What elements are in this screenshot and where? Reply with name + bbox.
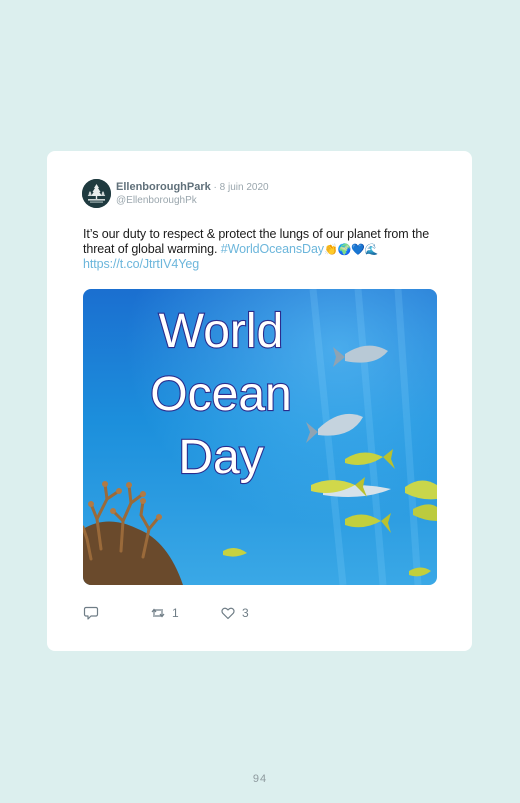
avatar[interactable] [82, 179, 111, 208]
tweet-image[interactable]: World Ocean Day [83, 289, 437, 585]
tweet-url-link[interactable]: https://t.co/JtrtIV4Yeg [83, 257, 199, 271]
retweet-button[interactable]: 1 [150, 605, 179, 621]
heart-icon [221, 607, 235, 620]
reply-icon [83, 606, 99, 620]
author-name-line: EllenboroughPark · 8 juin 2020 [116, 181, 269, 193]
avatar-crest-icon [82, 179, 111, 208]
author-handle[interactable]: @EllenboroughPk [116, 195, 197, 206]
caption-line-2: Ocean [150, 368, 291, 421]
ocean-image: World Ocean Day [83, 289, 437, 585]
like-button[interactable]: 3 [220, 605, 249, 621]
caption-line-3: Day [178, 431, 263, 484]
caption-line-1: World [159, 305, 283, 358]
author-name[interactable]: EllenboroughPark [116, 181, 211, 193]
tweet-card: EllenboroughPark · 8 juin 2020 @Ellenbor… [47, 151, 472, 651]
tweet-emojis: 👏🌍💙🌊 [323, 242, 379, 256]
tweet-actions: 1 3 [83, 605, 383, 625]
retweet-icon [151, 608, 165, 618]
retweet-count: 1 [172, 606, 179, 620]
tweet-text: It’s our duty to respect & protect the l… [83, 227, 445, 272]
reply-button[interactable] [83, 605, 105, 621]
tweet-date[interactable]: · 8 juin 2020 [211, 182, 269, 193]
hashtag-link[interactable]: #WorldOceansDay [221, 242, 324, 256]
like-count: 3 [242, 606, 249, 620]
page-number: 94 [252, 773, 268, 785]
